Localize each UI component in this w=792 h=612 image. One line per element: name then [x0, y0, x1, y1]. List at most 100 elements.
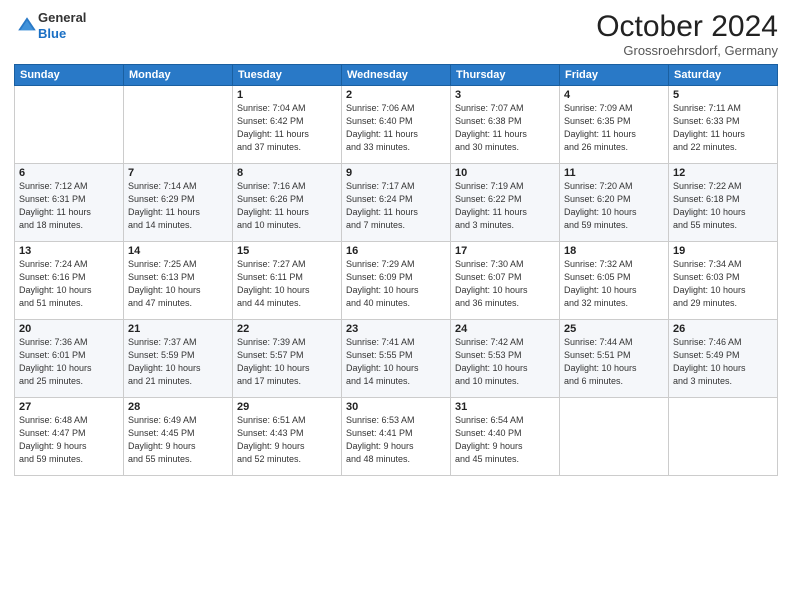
- day-number: 22: [237, 323, 337, 335]
- logo-general: General: [38, 10, 86, 26]
- day-cell: 24Sunrise: 7:42 AM Sunset: 5:53 PM Dayli…: [451, 320, 560, 398]
- header: General Blue October 2024 Grossroehrsdor…: [14, 10, 778, 58]
- day-detail: Sunrise: 7:09 AM Sunset: 6:35 PM Dayligh…: [564, 102, 664, 154]
- day-number: 13: [19, 245, 119, 257]
- day-number: 28: [128, 401, 228, 413]
- weekday-header-friday: Friday: [560, 65, 669, 86]
- weekday-header-tuesday: Tuesday: [233, 65, 342, 86]
- day-cell: 5Sunrise: 7:11 AM Sunset: 6:33 PM Daylig…: [669, 86, 778, 164]
- day-cell: [124, 86, 233, 164]
- day-cell: 8Sunrise: 7:16 AM Sunset: 6:26 PM Daylig…: [233, 164, 342, 242]
- weekday-header-saturday: Saturday: [669, 65, 778, 86]
- day-cell: 23Sunrise: 7:41 AM Sunset: 5:55 PM Dayli…: [342, 320, 451, 398]
- day-detail: Sunrise: 7:04 AM Sunset: 6:42 PM Dayligh…: [237, 102, 337, 154]
- day-detail: Sunrise: 7:25 AM Sunset: 6:13 PM Dayligh…: [128, 258, 228, 310]
- day-cell: 3Sunrise: 7:07 AM Sunset: 6:38 PM Daylig…: [451, 86, 560, 164]
- week-row-1: 1Sunrise: 7:04 AM Sunset: 6:42 PM Daylig…: [15, 86, 778, 164]
- location: Grossroehrsdorf, Germany: [596, 43, 778, 58]
- day-detail: Sunrise: 6:53 AM Sunset: 4:41 PM Dayligh…: [346, 414, 446, 466]
- day-detail: Sunrise: 7:39 AM Sunset: 5:57 PM Dayligh…: [237, 336, 337, 388]
- day-cell: 30Sunrise: 6:53 AM Sunset: 4:41 PM Dayli…: [342, 398, 451, 476]
- title-block: October 2024 Grossroehrsdorf, Germany: [596, 10, 778, 58]
- day-cell: [669, 398, 778, 476]
- day-cell: 4Sunrise: 7:09 AM Sunset: 6:35 PM Daylig…: [560, 86, 669, 164]
- day-detail: Sunrise: 7:22 AM Sunset: 6:18 PM Dayligh…: [673, 180, 773, 232]
- day-detail: Sunrise: 7:07 AM Sunset: 6:38 PM Dayligh…: [455, 102, 555, 154]
- month-title: October 2024: [596, 10, 778, 43]
- day-number: 20: [19, 323, 119, 335]
- day-detail: Sunrise: 7:46 AM Sunset: 5:49 PM Dayligh…: [673, 336, 773, 388]
- day-number: 21: [128, 323, 228, 335]
- day-detail: Sunrise: 7:19 AM Sunset: 6:22 PM Dayligh…: [455, 180, 555, 232]
- day-number: 16: [346, 245, 446, 257]
- day-number: 14: [128, 245, 228, 257]
- day-detail: Sunrise: 6:54 AM Sunset: 4:40 PM Dayligh…: [455, 414, 555, 466]
- day-number: 26: [673, 323, 773, 335]
- week-row-2: 6Sunrise: 7:12 AM Sunset: 6:31 PM Daylig…: [15, 164, 778, 242]
- day-number: 10: [455, 167, 555, 179]
- day-detail: Sunrise: 6:48 AM Sunset: 4:47 PM Dayligh…: [19, 414, 119, 466]
- day-detail: Sunrise: 7:30 AM Sunset: 6:07 PM Dayligh…: [455, 258, 555, 310]
- day-number: 19: [673, 245, 773, 257]
- day-number: 17: [455, 245, 555, 257]
- day-number: 9: [346, 167, 446, 179]
- day-number: 6: [19, 167, 119, 179]
- day-detail: Sunrise: 7:24 AM Sunset: 6:16 PM Dayligh…: [19, 258, 119, 310]
- day-detail: Sunrise: 7:36 AM Sunset: 6:01 PM Dayligh…: [19, 336, 119, 388]
- day-number: 23: [346, 323, 446, 335]
- day-number: 27: [19, 401, 119, 413]
- day-cell: 7Sunrise: 7:14 AM Sunset: 6:29 PM Daylig…: [124, 164, 233, 242]
- day-number: 12: [673, 167, 773, 179]
- day-detail: Sunrise: 7:12 AM Sunset: 6:31 PM Dayligh…: [19, 180, 119, 232]
- week-row-3: 13Sunrise: 7:24 AM Sunset: 6:16 PM Dayli…: [15, 242, 778, 320]
- day-cell: 26Sunrise: 7:46 AM Sunset: 5:49 PM Dayli…: [669, 320, 778, 398]
- day-cell: 29Sunrise: 6:51 AM Sunset: 4:43 PM Dayli…: [233, 398, 342, 476]
- day-detail: Sunrise: 7:41 AM Sunset: 5:55 PM Dayligh…: [346, 336, 446, 388]
- day-cell: 14Sunrise: 7:25 AM Sunset: 6:13 PM Dayli…: [124, 242, 233, 320]
- day-detail: Sunrise: 7:16 AM Sunset: 6:26 PM Dayligh…: [237, 180, 337, 232]
- day-cell: 10Sunrise: 7:19 AM Sunset: 6:22 PM Dayli…: [451, 164, 560, 242]
- day-number: 15: [237, 245, 337, 257]
- day-cell: 6Sunrise: 7:12 AM Sunset: 6:31 PM Daylig…: [15, 164, 124, 242]
- day-cell: [15, 86, 124, 164]
- day-detail: Sunrise: 7:06 AM Sunset: 6:40 PM Dayligh…: [346, 102, 446, 154]
- day-detail: Sunrise: 6:49 AM Sunset: 4:45 PM Dayligh…: [128, 414, 228, 466]
- day-detail: Sunrise: 7:37 AM Sunset: 5:59 PM Dayligh…: [128, 336, 228, 388]
- day-cell: 22Sunrise: 7:39 AM Sunset: 5:57 PM Dayli…: [233, 320, 342, 398]
- weekday-header-row: SundayMondayTuesdayWednesdayThursdayFrid…: [15, 65, 778, 86]
- day-number: 7: [128, 167, 228, 179]
- day-number: 18: [564, 245, 664, 257]
- day-number: 25: [564, 323, 664, 335]
- logo-blue: Blue: [38, 26, 86, 42]
- day-cell: 9Sunrise: 7:17 AM Sunset: 6:24 PM Daylig…: [342, 164, 451, 242]
- day-cell: 27Sunrise: 6:48 AM Sunset: 4:47 PM Dayli…: [15, 398, 124, 476]
- day-detail: Sunrise: 7:29 AM Sunset: 6:09 PM Dayligh…: [346, 258, 446, 310]
- day-number: 24: [455, 323, 555, 335]
- day-cell: 12Sunrise: 7:22 AM Sunset: 6:18 PM Dayli…: [669, 164, 778, 242]
- day-number: 11: [564, 167, 664, 179]
- day-cell: 11Sunrise: 7:20 AM Sunset: 6:20 PM Dayli…: [560, 164, 669, 242]
- day-detail: Sunrise: 7:14 AM Sunset: 6:29 PM Dayligh…: [128, 180, 228, 232]
- weekday-header-wednesday: Wednesday: [342, 65, 451, 86]
- day-detail: Sunrise: 7:27 AM Sunset: 6:11 PM Dayligh…: [237, 258, 337, 310]
- calendar-table: SundayMondayTuesdayWednesdayThursdayFrid…: [14, 64, 778, 476]
- day-number: 5: [673, 89, 773, 101]
- day-detail: Sunrise: 7:20 AM Sunset: 6:20 PM Dayligh…: [564, 180, 664, 232]
- day-number: 2: [346, 89, 446, 101]
- week-row-5: 27Sunrise: 6:48 AM Sunset: 4:47 PM Dayli…: [15, 398, 778, 476]
- week-row-4: 20Sunrise: 7:36 AM Sunset: 6:01 PM Dayli…: [15, 320, 778, 398]
- day-cell: 31Sunrise: 6:54 AM Sunset: 4:40 PM Dayli…: [451, 398, 560, 476]
- day-number: 1: [237, 89, 337, 101]
- day-detail: Sunrise: 7:34 AM Sunset: 6:03 PM Dayligh…: [673, 258, 773, 310]
- day-number: 3: [455, 89, 555, 101]
- day-detail: Sunrise: 6:51 AM Sunset: 4:43 PM Dayligh…: [237, 414, 337, 466]
- weekday-header-sunday: Sunday: [15, 65, 124, 86]
- day-cell: 28Sunrise: 6:49 AM Sunset: 4:45 PM Dayli…: [124, 398, 233, 476]
- logo-text: General Blue: [38, 10, 86, 41]
- page: General Blue October 2024 Grossroehrsdor…: [0, 0, 792, 612]
- day-cell: 13Sunrise: 7:24 AM Sunset: 6:16 PM Dayli…: [15, 242, 124, 320]
- logo: General Blue: [14, 10, 86, 41]
- logo-icon: [16, 15, 38, 37]
- day-cell: 17Sunrise: 7:30 AM Sunset: 6:07 PM Dayli…: [451, 242, 560, 320]
- day-number: 30: [346, 401, 446, 413]
